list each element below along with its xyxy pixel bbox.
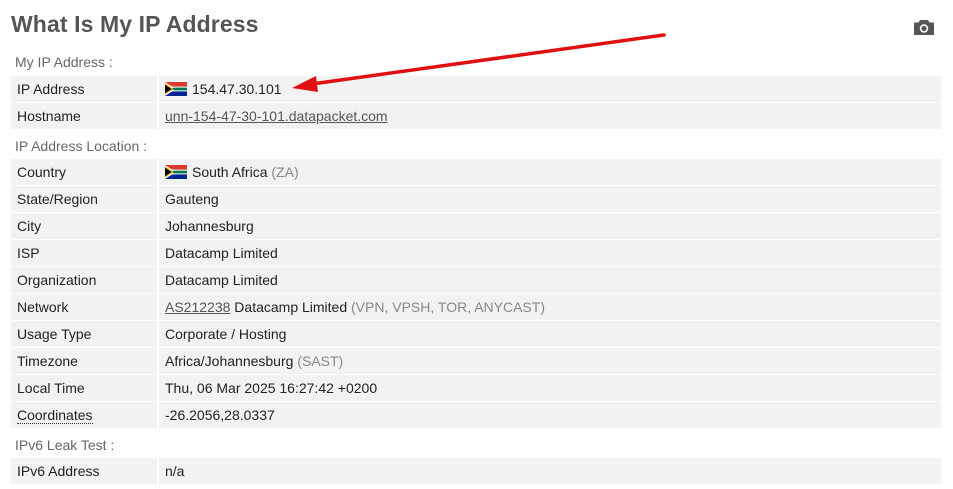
hostname-link[interactable]: unn-154-47-30-101.datapacket.com	[165, 108, 388, 124]
hostname-label: Hostname	[17, 108, 81, 124]
country-code: (ZA)	[271, 164, 299, 180]
local-time-label: Local Time	[17, 380, 85, 396]
timezone-value: Africa/Johannesburg	[165, 353, 294, 369]
network-asn-link[interactable]: AS212238	[165, 299, 230, 315]
row-isp: ISP Datacamp Limited	[11, 240, 941, 266]
coordinates-label[interactable]: Coordinates	[17, 407, 93, 424]
usage-type-label: Usage Type	[17, 326, 92, 342]
row-timezone: Timezone Africa/Johannesburg (SAST)	[11, 348, 941, 374]
network-label: Network	[17, 299, 69, 315]
row-ip-address: IP Address 154.47.30.101	[11, 76, 941, 102]
row-coordinates: Coordinates -26.2056,28.0337	[11, 402, 941, 428]
timezone-label: Timezone	[17, 353, 78, 369]
city-label: City	[17, 218, 42, 234]
row-ipv6-address: IPv6 Address n/a	[11, 458, 941, 484]
row-local-time: Local Time Thu, 06 Mar 2025 16:27:42 +02…	[11, 375, 941, 401]
coordinates-value: -26.2056,28.0337	[165, 407, 275, 423]
ip-address-label: IP Address	[17, 81, 85, 97]
local-time-value: Thu, 06 Mar 2025 16:27:42 +0200	[165, 380, 378, 396]
network-tags: (VPN, VPSH, TOR, ANYCAST)	[351, 299, 545, 315]
country-label: Country	[17, 164, 67, 180]
usage-type-value: Corporate / Hosting	[165, 326, 287, 342]
network-name: Datacamp Limited	[234, 299, 348, 315]
ip-address-value: 154.47.30.101	[192, 81, 282, 97]
row-network: Network AS212238 Datacamp Limited (VPN, …	[11, 294, 941, 320]
organization-value: Datacamp Limited	[165, 272, 278, 288]
region-value: Gauteng	[165, 191, 219, 207]
south-africa-flag-icon	[165, 82, 187, 96]
ipv6-address-value: n/a	[165, 463, 185, 479]
row-usage-type: Usage Type Corporate / Hosting	[11, 321, 941, 347]
region-label: State/Region	[17, 191, 98, 207]
row-country: Country South Africa (ZA)	[11, 159, 941, 185]
section-ipv6: IPv6 Leak Test :	[15, 437, 115, 453]
row-city: City Johannesburg	[11, 213, 941, 239]
city-value: Johannesburg	[165, 218, 254, 234]
country-value: South Africa	[192, 164, 268, 180]
section-my-ip: My IP Address :	[15, 54, 113, 70]
isp-value: Datacamp Limited	[165, 245, 278, 261]
section-location: IP Address Location :	[15, 138, 148, 154]
isp-label: ISP	[17, 245, 40, 261]
row-region: State/Region Gauteng	[11, 186, 941, 212]
ipv6-address-label: IPv6 Address	[17, 463, 100, 479]
row-organization: Organization Datacamp Limited	[11, 267, 941, 293]
row-hostname: Hostname unn-154-47-30-101.datapacket.co…	[11, 103, 941, 129]
timezone-abbr: (SAST)	[297, 353, 344, 369]
camera-icon[interactable]	[913, 18, 935, 36]
organization-label: Organization	[17, 272, 97, 288]
south-africa-flag-icon	[165, 165, 187, 179]
page-title: What Is My IP Address	[11, 11, 259, 37]
